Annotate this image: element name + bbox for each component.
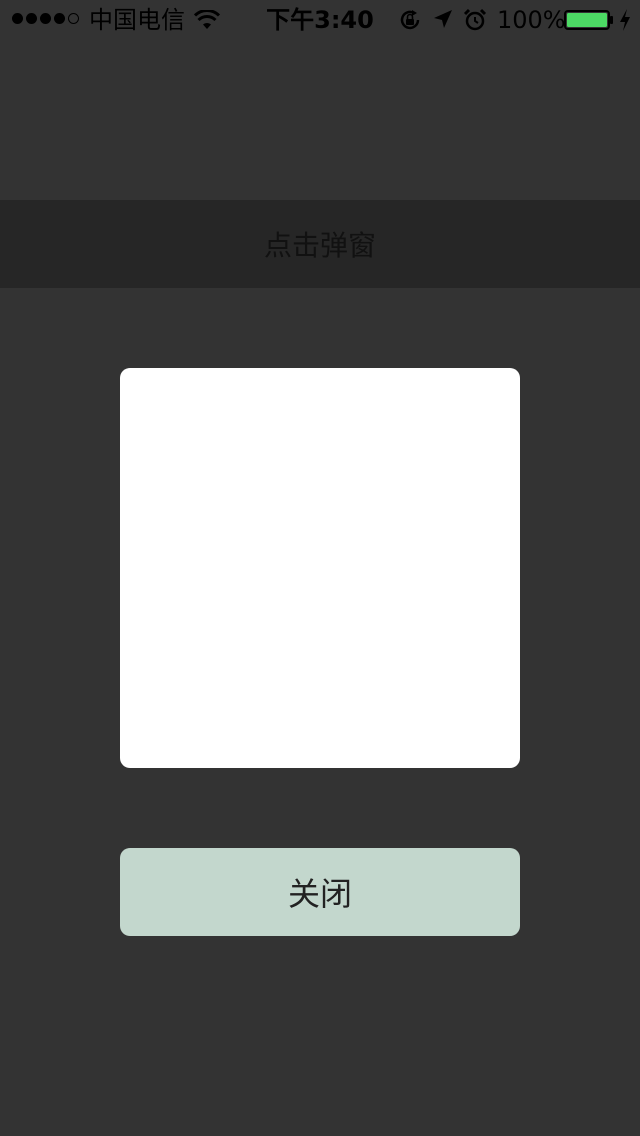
charging-icon	[620, 9, 630, 31]
popup-content-box	[120, 368, 520, 768]
battery-icon	[564, 10, 613, 30]
close-button-label: 关闭	[287, 875, 352, 913]
status-bar: 中国电信 下午3:40 100%	[0, 0, 640, 40]
rotation-lock-icon	[400, 10, 420, 30]
battery-percentage: 100%	[497, 6, 566, 34]
close-button[interactable]: 关闭	[120, 848, 520, 936]
alarm-icon	[463, 8, 487, 31]
location-icon	[434, 10, 452, 28]
show-popup-button[interactable]: 点击弹窗	[0, 200, 640, 288]
show-popup-label: 点击弹窗	[263, 229, 376, 262]
battery-level-fill	[567, 13, 607, 27]
